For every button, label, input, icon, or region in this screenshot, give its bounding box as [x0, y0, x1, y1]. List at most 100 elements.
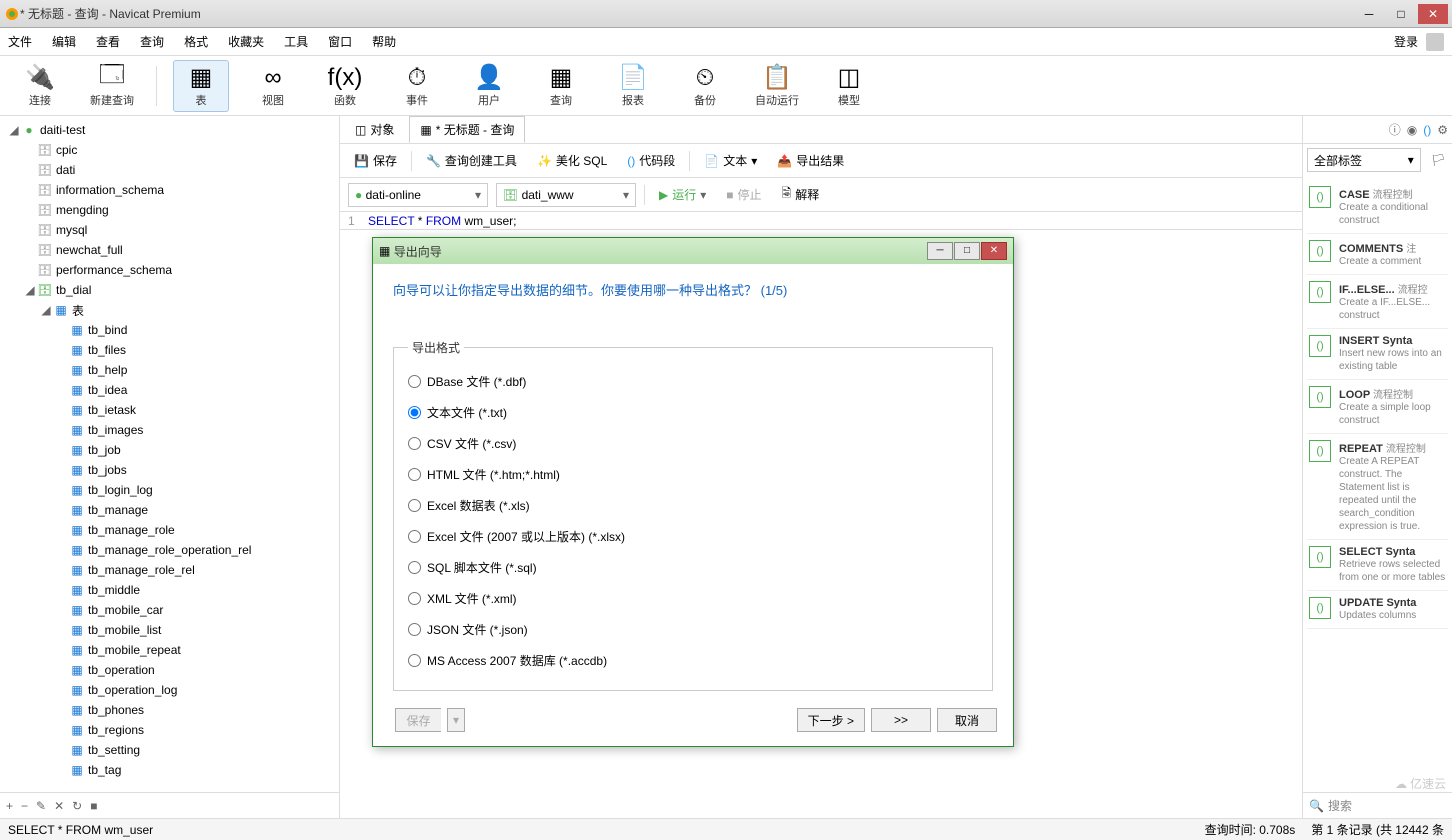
tree-table-tb_operation_log[interactable]: ▦tb_operation_log [0, 680, 339, 700]
tree-db-mysql[interactable]: 🗄mysql [0, 220, 339, 240]
tree-connection[interactable]: ◢●daiti-test [0, 120, 339, 140]
settings-icon[interactable]: ⚙ [1437, 123, 1448, 137]
snippet-UPDATE Synta[interactable]: ()UPDATE Synta Updates columns [1307, 591, 1448, 629]
dialog-cancel-button[interactable]: 取消 [937, 708, 997, 732]
tree-table-tb_manage[interactable]: ▦tb_manage [0, 500, 339, 520]
tree-table-tb_manage_role_operation_rel[interactable]: ▦tb_manage_role_operation_rel [0, 540, 339, 560]
menu-help[interactable]: 帮助 [372, 33, 396, 50]
stop-icon[interactable]: ■ [90, 799, 97, 813]
tree-table-tb_phones[interactable]: ▦tb_phones [0, 700, 339, 720]
dialog-minimize-button[interactable]: ─ [927, 242, 953, 260]
menu-window[interactable]: 窗口 [328, 33, 352, 50]
connection-tree[interactable]: ◢●daiti-test🗄cpic🗄dati🗄information_schem… [0, 116, 339, 786]
radio-input[interactable] [408, 592, 421, 605]
tree-table-tb_ietask[interactable]: ▦tb_ietask [0, 400, 339, 420]
tree-table-tb_idea[interactable]: ▦tb_idea [0, 380, 339, 400]
tree-table-tb_regions[interactable]: ▦tb_regions [0, 720, 339, 740]
tool-连接[interactable]: 🔌连接 [12, 60, 68, 112]
export-format-option-0[interactable]: DBase 文件 (*.dbf) [408, 366, 978, 397]
tree-table-tb_setting[interactable]: ▦tb_setting [0, 740, 339, 760]
tool-备份[interactable]: ⏲备份 [677, 60, 733, 112]
sql-editor[interactable]: 1 SELECT * FROM wm_user; [340, 212, 1302, 230]
view-icon[interactable]: ◉ [1407, 123, 1417, 137]
tree-table-tb_files[interactable]: ▦tb_files [0, 340, 339, 360]
snippet-COMMENTS[interactable]: ()COMMENTS 注Create a comment [1307, 234, 1448, 275]
dialog-save-dropdown[interactable]: ▾ [447, 708, 465, 732]
tree-db-information_schema[interactable]: 🗄information_schema [0, 180, 339, 200]
snippet-LOOP[interactable]: ()LOOP 流程控制Create a simple loop construc… [1307, 380, 1448, 434]
add-icon[interactable]: + [6, 799, 13, 813]
snippet-IF...ELSE...[interactable]: ()IF...ELSE... 流程控Create a IF...ELSE... … [1307, 275, 1448, 329]
export-format-option-5[interactable]: Excel 文件 (2007 或以上版本) (*.xlsx) [408, 521, 978, 552]
dialog-titlebar[interactable]: ▦ 导出向导 ─ □ ✕ [373, 238, 1013, 264]
close-button[interactable]: ✕ [1418, 4, 1448, 24]
tool-新建查询[interactable]: 🗔新建查询 [84, 60, 140, 112]
tree-db-cpic[interactable]: 🗄cpic [0, 140, 339, 160]
explain-button[interactable]: 🗟 解释 [776, 181, 826, 208]
edit-icon[interactable]: ✎ [36, 799, 46, 813]
tool-事件[interactable]: ⏱事件 [389, 60, 445, 112]
tree-table-tb_middle[interactable]: ▦tb_middle [0, 580, 339, 600]
beautify-sql-button[interactable]: ✨美化 SQL [531, 149, 613, 172]
export-format-option-6[interactable]: SQL 脚本文件 (*.sql) [408, 552, 978, 583]
radio-input[interactable] [408, 561, 421, 574]
export-format-option-7[interactable]: XML 文件 (*.xml) [408, 583, 978, 614]
tree-tables-folder[interactable]: ◢▦表 [0, 300, 339, 320]
query-builder-button[interactable]: 🔧查询创建工具 [420, 149, 523, 172]
minimize-button[interactable]: ─ [1354, 4, 1384, 24]
tree-db-mengding[interactable]: 🗄mengding [0, 200, 339, 220]
menu-format[interactable]: 格式 [184, 33, 208, 50]
tree-table-tb_manage_role[interactable]: ▦tb_manage_role [0, 520, 339, 540]
refresh-icon[interactable]: ↻ [72, 799, 82, 813]
export-format-option-8[interactable]: JSON 文件 (*.json) [408, 614, 978, 645]
tag-filter-select[interactable]: 全部标签▾ [1307, 148, 1421, 172]
tab-* 无标题 - 查询[interactable]: ▦* 无标题 - 查询 [409, 116, 525, 143]
menu-edit[interactable]: 编辑 [52, 33, 76, 50]
login-link[interactable]: 登录 [1394, 33, 1418, 50]
run-button[interactable]: ▶ 运行 ▾ [653, 183, 712, 206]
export-format-option-4[interactable]: Excel 数据表 (*.xls) [408, 490, 978, 521]
export-format-option-2[interactable]: CSV 文件 (*.csv) [408, 428, 978, 459]
radio-input[interactable] [408, 375, 421, 388]
export-format-option-9[interactable]: MS Access 2007 数据库 (*.accdb) [408, 645, 978, 676]
menu-tools[interactable]: 工具 [284, 33, 308, 50]
dialog-save-button[interactable]: 保存 [395, 708, 441, 732]
radio-input[interactable] [408, 623, 421, 636]
tool-模型[interactable]: ◫模型 [821, 60, 877, 112]
flag-icon[interactable]: 🏳 [1425, 153, 1452, 167]
code-icon[interactable]: () [1423, 123, 1431, 137]
tree-table-tb_tag[interactable]: ▦tb_tag [0, 760, 339, 780]
tool-函数[interactable]: f(x)函数 [317, 60, 373, 112]
dialog-next-button[interactable]: 下一步 > [797, 708, 865, 732]
dialog-close-button[interactable]: ✕ [981, 242, 1007, 260]
snippet-REPEAT[interactable]: ()REPEAT 流程控制Create A REPEAT construct. … [1307, 434, 1448, 540]
tree-table-tb_help[interactable]: ▦tb_help [0, 360, 339, 380]
snippet-CASE[interactable]: ()CASE 流程控制Create a conditional construc… [1307, 180, 1448, 234]
radio-input[interactable] [408, 437, 421, 450]
snippets-list[interactable]: ()CASE 流程控制Create a conditional construc… [1303, 176, 1452, 792]
tool-查询[interactable]: ▦查询 [533, 60, 589, 112]
menu-favorites[interactable]: 收藏夹 [228, 33, 264, 50]
tree-table-tb_mobile_list[interactable]: ▦tb_mobile_list [0, 620, 339, 640]
tree-db-newchat_full[interactable]: 🗄newchat_full [0, 240, 339, 260]
tool-报表[interactable]: 📄报表 [605, 60, 661, 112]
database-select[interactable]: 🗄 dati_www▾ [496, 183, 636, 207]
tree-table-tb_operation[interactable]: ▦tb_operation [0, 660, 339, 680]
tree-db-performance_schema[interactable]: 🗄performance_schema [0, 260, 339, 280]
dialog-maximize-button[interactable]: □ [954, 242, 980, 260]
tree-table-tb_job[interactable]: ▦tb_job [0, 440, 339, 460]
export-format-option-3[interactable]: HTML 文件 (*.htm;*.html) [408, 459, 978, 490]
text-button[interactable]: 📄文本▾ [698, 149, 763, 172]
tool-用户[interactable]: 👤用户 [461, 60, 517, 112]
tree-table-tb_jobs[interactable]: ▦tb_jobs [0, 460, 339, 480]
save-button[interactable]: 💾保存 [348, 149, 403, 172]
maximize-button[interactable]: □ [1386, 4, 1416, 24]
radio-input[interactable] [408, 654, 421, 667]
tool-表[interactable]: ▦表 [173, 60, 229, 112]
export-results-button[interactable]: 📤导出结果 [771, 149, 850, 172]
radio-input[interactable] [408, 530, 421, 543]
remove-icon[interactable]: − [21, 799, 28, 813]
tool-视图[interactable]: ∞视图 [245, 60, 301, 112]
radio-input[interactable] [408, 468, 421, 481]
snippet-INSERT Synta[interactable]: ()INSERT Synta Insert new rows into an e… [1307, 329, 1448, 380]
